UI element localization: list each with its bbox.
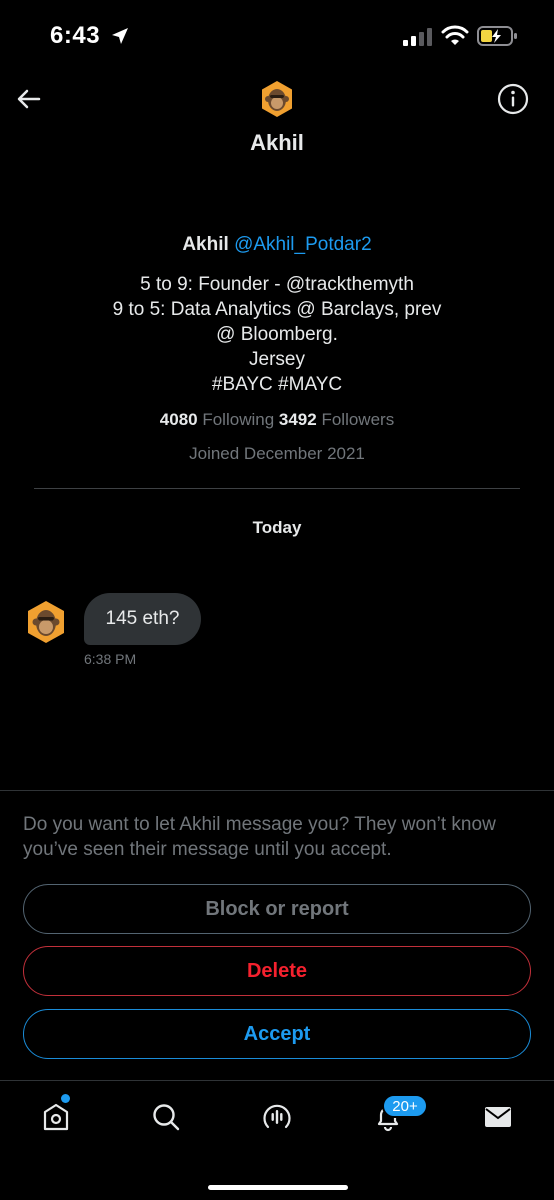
status-bar: 6:43 [0,0,554,70]
header-avatar[interactable] [258,80,296,118]
profile-divider [34,488,520,489]
bio-line: 9 to 5: Data Analytics @ Barclays, prev [112,299,442,320]
following-label: Following [202,410,275,429]
tab-spaces[interactable] [257,1097,297,1137]
wifi-icon [441,25,469,45]
info-button[interactable] [496,82,530,116]
bio-line: 5 to 9: Founder - @trackthemyth [140,274,414,295]
back-button[interactable] [14,84,44,114]
profile-bio: 5 to 9: Founder - @trackthemyth 9 to 5: … [0,272,554,397]
home-icon [43,1103,69,1131]
message-time: 6:38 PM [84,651,137,667]
day-separator: Today [252,518,302,537]
bio-line: Jersey [249,349,305,370]
delete-button[interactable]: Delete [23,946,531,996]
location-arrow-icon [112,28,128,44]
tab-bar-divider [0,1080,554,1081]
profile-handle[interactable]: @Akhil_Potdar2 [234,234,372,255]
arrow-left-icon [17,89,41,109]
search-icon [153,1104,180,1131]
sender-avatar[interactable] [24,600,68,644]
home-indicator[interactable] [208,1185,348,1190]
message-request-prompt: Do you want to let Akhil message you? Th… [23,814,496,860]
bio-line: #BAYC #MAYC [211,374,343,395]
followers-count: 3492 [278,410,317,429]
bio-line: @ Bloomberg. [216,324,338,345]
block-or-report-button[interactable]: Block or report [23,884,531,934]
joined-date: Joined December 2021 [189,444,365,463]
conversation-title: Akhil [250,130,304,155]
status-time: 6:43 [50,22,101,49]
request-divider [0,790,554,791]
tab-home[interactable] [36,1097,76,1137]
profile-stats: 4080 Following 3492 Followers [0,410,554,430]
messages-icon [485,1107,511,1127]
message-bubble[interactable]: 145 eth? [84,593,201,645]
cellular-signal-icon [403,28,432,46]
tab-messages[interactable] [478,1097,518,1137]
info-circle-icon [497,83,529,115]
notifications-badge: 20+ [382,1094,428,1118]
following-count: 4080 [159,410,198,429]
profile-name-line[interactable]: Akhil @Akhil_Potdar2 [0,234,554,256]
battery-charging-icon [477,26,517,46]
tab-search[interactable] [146,1097,186,1137]
spaces-icon [263,1104,291,1129]
followers-label: Followers [321,410,395,429]
home-unread-dot [61,1094,70,1103]
accept-button[interactable]: Accept [23,1009,531,1059]
profile-name: Akhil [182,234,229,255]
